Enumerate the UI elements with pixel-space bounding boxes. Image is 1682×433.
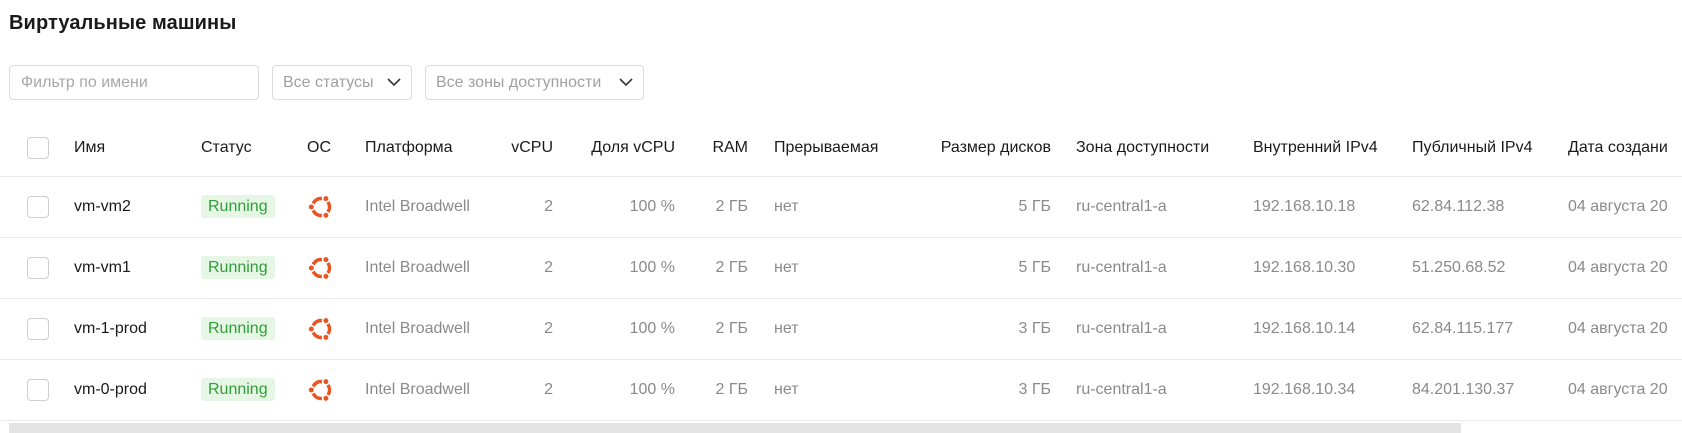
vcpu-share-cell: 100 % (629, 259, 675, 276)
page-title: Виртуальные машины (9, 12, 237, 34)
column-header-disk-size[interactable]: Размер дисков (900, 139, 1051, 157)
status-badge: Running (201, 195, 275, 218)
preemptible-cell: нет (774, 381, 799, 398)
zone-filter-label: Все зоны доступности (436, 73, 602, 91)
internal-ip-cell: 192.168.10.30 (1253, 259, 1356, 276)
status-cell: Running (201, 195, 275, 218)
disk-size-cell: 5 ГБ (1018, 198, 1051, 215)
vcpu-share-cell: 100 % (629, 320, 675, 337)
column-header-vcpu[interactable]: vCPU (500, 139, 553, 157)
row-checkbox[interactable] (27, 318, 49, 340)
column-header-created[interactable]: Дата создани (1568, 139, 1668, 157)
table-row[interactable]: vm-0-prod Running Intel Broadwell 2 100 % 2 Г… (0, 360, 1682, 421)
ram-cell: 2 ГБ (715, 381, 748, 398)
column-header-zone[interactable]: Зона доступности (1076, 139, 1209, 157)
ubuntu-icon (306, 253, 336, 283)
column-header-ram[interactable]: RAM (700, 139, 748, 157)
column-header-vcpu-share[interactable]: Доля vCPU (570, 139, 675, 157)
table-row[interactable]: vm-1-prod Running Intel Broadwell 2 100 % 2 Г… (0, 299, 1682, 360)
platform-cell: Intel Broadwell (365, 198, 470, 215)
horizontal-scrollbar[interactable] (9, 423, 1461, 433)
public-ip-cell: 62.84.112.38 (1412, 198, 1505, 215)
vm-name-link[interactable]: vm-1-prod (74, 320, 147, 338)
platform-cell: Intel Broadwell (365, 259, 470, 276)
ubuntu-icon (306, 375, 336, 405)
status-filter-label: Все статусы (283, 73, 374, 91)
public-ip-cell: 84.201.130.37 (1412, 381, 1515, 398)
vcpu-cell: 2 (544, 259, 553, 276)
vm-name-link[interactable]: vm-0-prod (74, 381, 147, 399)
status-cell: Running (201, 378, 275, 401)
platform-cell: Intel Broadwell (365, 381, 470, 398)
status-cell: Running (201, 317, 275, 340)
ram-cell: 2 ГБ (715, 198, 748, 215)
vcpu-cell: 2 (544, 320, 553, 337)
public-ip-cell: 51.250.68.52 (1412, 259, 1506, 276)
ram-cell: 2 ГБ (715, 259, 748, 276)
status-filter-select[interactable]: Все статусы (272, 65, 412, 100)
table-row[interactable]: vm-vm2 Running Intel Broadwell 2 100 % 2 ГБ не… (0, 177, 1682, 238)
column-header-name[interactable]: Имя (74, 139, 105, 157)
created-cell: 04 августа 20 (1568, 259, 1668, 276)
status-badge: Running (201, 317, 275, 340)
chevron-down-icon (387, 78, 401, 87)
ubuntu-icon (306, 314, 336, 344)
internal-ip-cell: 192.168.10.18 (1253, 198, 1356, 215)
vcpu-share-cell: 100 % (629, 198, 675, 215)
vm-name-link[interactable]: vm-vm2 (74, 198, 131, 216)
zone-filter-select[interactable]: Все зоны доступности (425, 65, 644, 100)
ubuntu-icon (306, 192, 336, 222)
zone-cell: ru-central1-a (1076, 198, 1167, 215)
public-ip-cell: 62.84.115.177 (1412, 320, 1514, 337)
row-checkbox[interactable] (27, 196, 49, 218)
column-header-platform[interactable]: Платформа (365, 139, 453, 157)
table-row[interactable]: vm-vm1 Running Intel Broadwell 2 100 % 2 ГБ не… (0, 238, 1682, 299)
created-cell: 04 августа 20 (1568, 381, 1668, 398)
ram-cell: 2 ГБ (715, 320, 748, 337)
select-all-checkbox[interactable] (27, 137, 49, 159)
table-header: Имя Статус ОС Платформа vCPU Доля vCPU R… (0, 120, 1682, 177)
vcpu-share-cell: 100 % (629, 381, 675, 398)
vcpu-cell: 2 (544, 381, 553, 398)
vcpu-cell: 2 (544, 198, 553, 215)
created-cell: 04 августа 20 (1568, 320, 1668, 337)
column-header-preemptible[interactable]: Прерываемая (774, 139, 878, 157)
column-header-os[interactable]: ОС (307, 139, 331, 157)
status-badge: Running (201, 378, 275, 401)
preemptible-cell: нет (774, 259, 799, 276)
zone-cell: ru-central1-a (1076, 320, 1167, 337)
platform-cell: Intel Broadwell (365, 320, 470, 337)
disk-size-cell: 5 ГБ (1018, 259, 1051, 276)
status-badge: Running (201, 256, 275, 279)
created-cell: 04 августа 20 (1568, 198, 1668, 215)
column-header-public-ip[interactable]: Публичный IPv4 (1412, 139, 1532, 157)
disk-size-cell: 3 ГБ (1018, 381, 1051, 398)
column-header-internal-ip[interactable]: Внутренний IPv4 (1253, 139, 1378, 157)
preemptible-cell: нет (774, 198, 799, 215)
internal-ip-cell: 192.168.10.14 (1253, 320, 1356, 337)
row-checkbox[interactable] (27, 257, 49, 279)
vm-name-link[interactable]: vm-vm1 (74, 259, 131, 277)
internal-ip-cell: 192.168.10.34 (1253, 381, 1356, 398)
preemptible-cell: нет (774, 320, 799, 337)
row-checkbox[interactable] (27, 379, 49, 401)
status-cell: Running (201, 256, 275, 279)
name-filter-input[interactable] (9, 65, 259, 100)
zone-cell: ru-central1-a (1076, 381, 1167, 398)
zone-cell: ru-central1-a (1076, 259, 1167, 276)
chevron-down-icon (619, 78, 633, 87)
column-header-status[interactable]: Статус (201, 139, 252, 157)
disk-size-cell: 3 ГБ (1018, 320, 1051, 337)
